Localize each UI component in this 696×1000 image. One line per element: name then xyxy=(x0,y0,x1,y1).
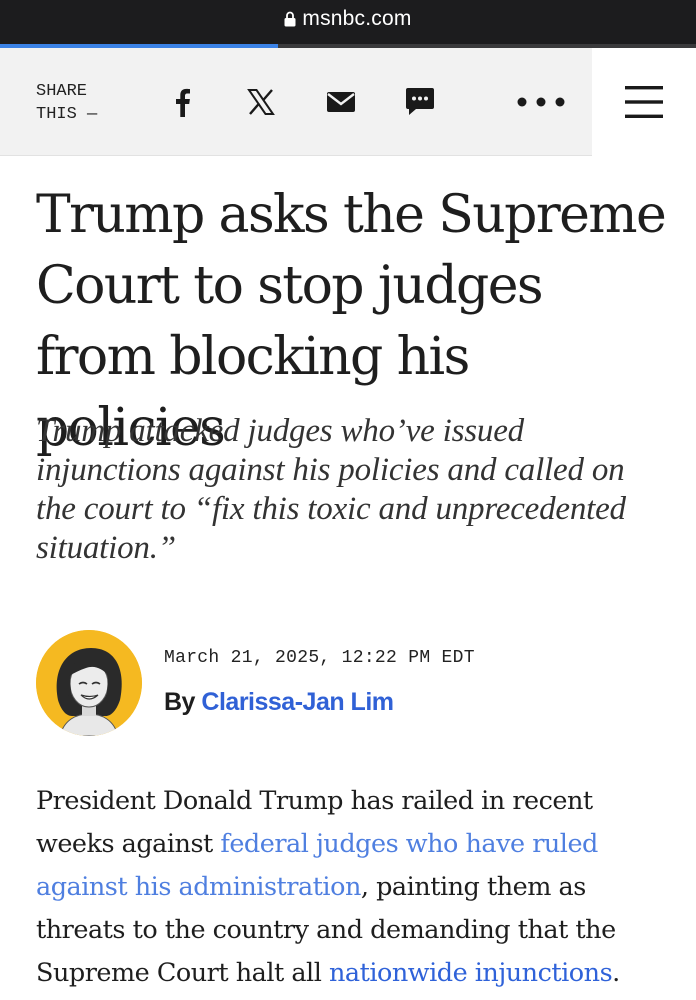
more-share-options-button[interactable] xyxy=(514,82,568,122)
email-icon xyxy=(327,92,355,112)
body-text-segment: . xyxy=(612,958,620,988)
menu-button[interactable] xyxy=(592,48,696,156)
share-bar: SHARE THIS — xyxy=(0,48,696,156)
url-text: msnbc.com xyxy=(302,7,412,30)
share-this-label: SHARE THIS — xyxy=(36,80,126,126)
sms-share-button[interactable] xyxy=(400,82,440,122)
byline: By Clarissa-Jan Lim xyxy=(164,688,394,717)
x-share-button[interactable] xyxy=(241,82,281,122)
hamburger-menu-icon xyxy=(625,86,663,118)
article-body-paragraph: President Donald Trump has railed in rec… xyxy=(36,780,666,995)
share-label-line2: THIS — xyxy=(36,105,98,124)
article-dek: Trump attacked judges who’ve issued inju… xyxy=(36,413,626,566)
author-portrait-illustration xyxy=(36,630,142,736)
author-link[interactable]: Clarissa-Jan Lim xyxy=(201,688,394,716)
share-label-line1: SHARE xyxy=(36,82,88,101)
facebook-icon xyxy=(176,88,190,117)
facebook-share-button[interactable] xyxy=(162,82,202,122)
lock-icon xyxy=(284,11,296,27)
x-icon xyxy=(247,89,275,115)
browser-url-bar[interactable]: msnbc.com xyxy=(0,0,696,44)
sms-icon xyxy=(406,88,434,115)
nationwide-injunctions-link[interactable]: nationwide injunctions xyxy=(329,958,613,988)
byline-by: By xyxy=(164,688,195,716)
email-share-button[interactable] xyxy=(321,82,361,122)
url-display[interactable]: msnbc.com xyxy=(284,7,411,31)
author-avatar[interactable] xyxy=(36,630,142,736)
more-icon xyxy=(517,97,565,107)
publish-date: March 21, 2025, 12:22 PM EDT xyxy=(164,648,475,668)
